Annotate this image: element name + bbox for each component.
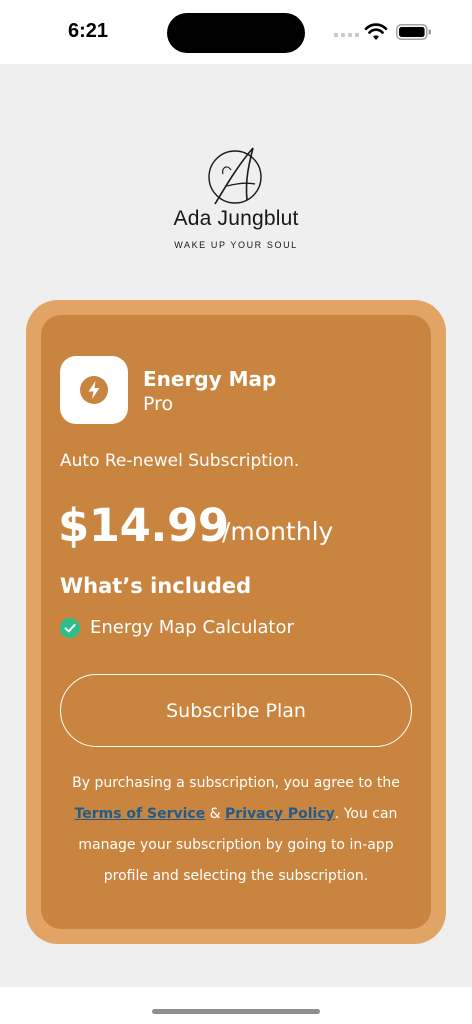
check-circle-icon	[60, 618, 80, 638]
cellular-signal-icon	[334, 33, 359, 37]
included-heading: What’s included	[60, 574, 252, 598]
legal-ampersand: &	[205, 806, 226, 822]
privacy-policy-link[interactable]: Privacy Policy	[225, 806, 335, 822]
battery-icon	[396, 24, 431, 40]
home-indicator[interactable]	[152, 1009, 320, 1014]
feature-label: Energy Map Calculator	[90, 617, 294, 638]
bottom-bar	[0, 987, 472, 1024]
brand-name: Ada Jungblut	[173, 207, 299, 230]
status-bar: 6:21	[0, 0, 472, 64]
product-icon-tile	[60, 356, 128, 424]
dynamic-island	[167, 13, 305, 53]
terms-of-service-link[interactable]: Terms of Service	[75, 806, 206, 822]
subscription-type: Auto Re-newel Subscription.	[60, 451, 300, 471]
legal-text-intro: By purchasing a subscription, you agree …	[72, 775, 400, 791]
brand-tagline: WAKE UP YOUR SOUL	[174, 240, 298, 250]
legal-disclaimer: By purchasing a subscription, you agree …	[56, 768, 416, 892]
product-tier: Pro	[143, 393, 174, 415]
lightning-bolt-icon	[80, 376, 108, 404]
status-time: 6:21	[68, 20, 109, 42]
ada-monogram-logo	[208, 147, 262, 205]
product-name: Energy Map	[143, 367, 277, 391]
price: $14.99	[58, 499, 229, 552]
price-period: /monthly	[222, 517, 334, 546]
wifi-icon	[364, 23, 388, 40]
subscribe-plan-button[interactable]: Subscribe Plan	[60, 674, 412, 747]
